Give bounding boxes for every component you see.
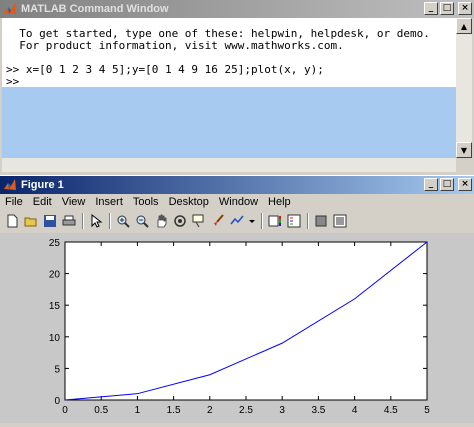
x-tick-label: 4.5 <box>384 405 398 416</box>
menu-bar: File Edit View Insert Tools Desktop Wind… <box>0 194 474 210</box>
matlab-logo-icon <box>4 3 16 14</box>
y-tick-label: 10 <box>49 333 61 344</box>
hide-plot-tools-icon[interactable] <box>313 213 329 229</box>
x-tick-label: 4 <box>352 405 358 416</box>
figure-window: Figure 1 _ □ × File Edit View Insert Too… <box>0 175 474 423</box>
data-cursor-icon[interactable] <box>191 213 207 229</box>
selection-highlight <box>2 87 456 158</box>
x-tick-label: 0.5 <box>94 405 108 416</box>
x-tick-label: 2 <box>207 405 213 416</box>
scroll-up-icon[interactable]: ▲ <box>456 18 472 34</box>
output-line: For product information, visit www.mathw… <box>6 39 344 52</box>
figure-window-title: Figure 1 <box>21 179 64 191</box>
chevron-down-icon[interactable] <box>248 213 256 229</box>
x-tick-label: 1.5 <box>167 405 181 416</box>
new-figure-icon[interactable] <box>4 213 20 229</box>
toolbar-separator <box>109 213 111 229</box>
menu-file[interactable]: File <box>0 194 28 210</box>
x-tick-label: 3.5 <box>311 405 325 416</box>
y-tick-label: 5 <box>54 364 60 375</box>
zoom-in-icon[interactable] <box>115 213 131 229</box>
toolbar-separator <box>82 213 84 229</box>
save-icon[interactable] <box>42 213 58 229</box>
figure-canvas: 0 0.5 1 1.5 2 2.5 3 3.5 4 4.5 5 0 5 10 15 20 25 <box>0 233 474 423</box>
minimize-button[interactable]: _ <box>424 2 438 15</box>
edit-plot-icon[interactable] <box>88 213 104 229</box>
command-text-area[interactable]: To get started, type one of these: helpw… <box>2 18 456 158</box>
x-tick-label: 2.5 <box>239 405 253 416</box>
toolbar-separator <box>261 213 263 229</box>
vertical-scrollbar[interactable]: ▲ ▼ <box>456 18 472 158</box>
horizontal-scrollbar[interactable] <box>2 158 456 172</box>
link-icon[interactable] <box>229 213 245 229</box>
line-chart[interactable]: 0 0.5 1 1.5 2 2.5 3 3.5 4 4.5 5 0 5 10 15 20 25 <box>0 233 474 423</box>
brush-icon[interactable] <box>210 213 226 229</box>
print-icon[interactable] <box>61 213 77 229</box>
menu-window[interactable]: Window <box>214 194 263 210</box>
close-button[interactable]: × <box>458 178 472 191</box>
x-tick-label: 5 <box>424 405 430 416</box>
matlab-logo-icon <box>4 179 16 190</box>
minimize-button[interactable]: _ <box>424 178 438 191</box>
menu-desktop[interactable]: Desktop <box>164 194 214 210</box>
menu-insert[interactable]: Insert <box>90 194 128 210</box>
y-tick-label: 25 <box>49 238 61 249</box>
toolbar-separator <box>307 213 309 229</box>
scroll-down-icon[interactable]: ▼ <box>456 142 472 158</box>
y-tick-label: 20 <box>49 270 61 281</box>
axes-box <box>64 241 428 401</box>
command-window-title: MATLAB Command Window <box>21 3 169 15</box>
menu-tools[interactable]: Tools <box>128 194 164 210</box>
maximize-button[interactable]: □ <box>440 178 454 191</box>
maximize-button[interactable]: □ <box>440 2 454 15</box>
rotate-3d-icon[interactable] <box>172 213 188 229</box>
figure-toolbar <box>0 210 474 232</box>
command-window: MATLAB Command Window _ □ × To get start… <box>0 0 474 172</box>
menu-help[interactable]: Help <box>263 194 296 210</box>
insert-legend-icon[interactable] <box>286 213 302 229</box>
zoom-out-icon[interactable] <box>134 213 150 229</box>
x-tick-label: 3 <box>279 405 285 416</box>
x-tick-label: 0 <box>62 405 68 416</box>
command-line: >> x=[0 1 2 3 4 5];y=[0 1 4 9 16 25];plo… <box>6 63 324 76</box>
insert-colorbar-icon[interactable] <box>267 213 283 229</box>
pan-icon[interactable] <box>153 213 169 229</box>
show-plot-tools-icon[interactable] <box>332 213 348 229</box>
menu-edit[interactable]: Edit <box>28 194 57 210</box>
y-tick-label: 0 <box>54 396 60 407</box>
open-file-icon[interactable] <box>23 213 39 229</box>
command-window-titlebar[interactable]: MATLAB Command Window _ □ × <box>0 0 474 18</box>
y-tick-label: 15 <box>49 301 61 312</box>
close-button[interactable]: × <box>458 2 472 15</box>
figure-window-titlebar[interactable]: Figure 1 _ □ × <box>0 176 474 194</box>
menu-view[interactable]: View <box>57 194 91 210</box>
prompt-line[interactable]: >> <box>6 76 19 88</box>
x-tick-label: 1 <box>135 405 141 416</box>
